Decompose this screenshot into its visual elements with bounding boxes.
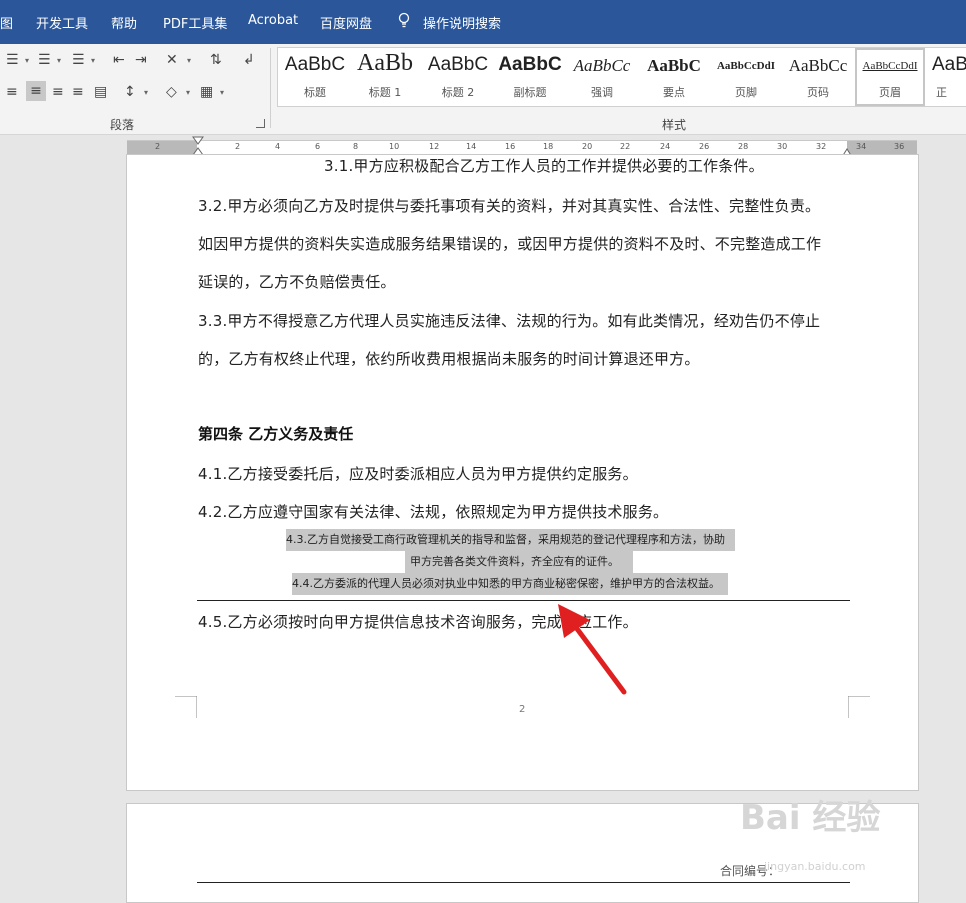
chevron-down-icon[interactable]: ▾ — [25, 56, 29, 65]
numbering-icon[interactable]: ☰ — [38, 52, 51, 68]
ruler-number: 12 — [429, 142, 440, 151]
paragraph-4-2: 4.2.乙方应遵守国家有关法律、法规，依照规定为甲方提供技术服务。 — [198, 503, 669, 521]
ruler-number: 22 — [620, 142, 631, 151]
paragraph-3-3: 3.3.甲方不得授意乙方代理人员实施违反法律、法规的行为。如有此类情况，经劝告仍… — [198, 312, 821, 330]
justify-icon[interactable]: ≡ — [72, 84, 84, 100]
sort-icon[interactable]: ⇅ — [210, 52, 222, 68]
bullets-icon[interactable]: ☰ — [6, 52, 19, 68]
styles-gallery: AaBbC 标题 AaBb 标题 1 AaBbC 标题 2 AaBbC 副标题 … — [277, 47, 966, 107]
style-strong[interactable]: AaBbC 要点 — [638, 48, 710, 106]
increase-indent-icon[interactable]: ⇥ — [135, 52, 147, 68]
paragraph-3-2: 3.2.甲方必须向乙方及时提供与委托事项有关的资料，并对其真实性、合法性、完整性… — [198, 197, 821, 215]
ruler-number: 8 — [353, 142, 359, 151]
ruler-number: 34 — [856, 142, 867, 151]
ruler-number: 26 — [699, 142, 710, 151]
chevron-down-icon[interactable]: ▾ — [186, 88, 190, 97]
shading-icon[interactable]: ◇ — [166, 84, 177, 100]
chevron-down-icon[interactable]: ▾ — [187, 56, 191, 65]
chevron-down-icon[interactable]: ▾ — [57, 56, 61, 65]
distributed-icon[interactable]: ▤ — [94, 84, 107, 100]
tell-me-search[interactable]: 操作说明搜索 — [423, 13, 501, 32]
margin-corner-mark — [175, 696, 197, 718]
ruler-number: 30 — [777, 142, 788, 151]
baidu-watermark-url: jingyan.baidu.com — [764, 860, 866, 873]
ruler-number: 2 — [155, 142, 161, 151]
menu-baidu-netdisk[interactable]: 百度网盘 — [320, 13, 372, 32]
chevron-down-icon[interactable]: ▾ — [144, 88, 148, 97]
header-border-line — [197, 600, 850, 601]
show-marks-icon[interactable]: ↲ — [243, 52, 255, 68]
selected-paragraph-4-3-line-2[interactable]: 甲方完善各类文件资料，齐全应有的证件。 — [405, 551, 633, 573]
borders-icon[interactable]: ▦ — [200, 84, 213, 100]
style-subtitle[interactable]: AaBbC 副标题 — [494, 48, 566, 106]
ruler-number: 16 — [505, 142, 516, 151]
menu-developer[interactable]: 开发工具 — [36, 13, 88, 32]
multilevel-list-icon[interactable]: ☰ — [72, 52, 85, 68]
chevron-down-icon[interactable]: ▾ — [91, 56, 95, 65]
menu-acrobat[interactable]: Acrobat — [248, 13, 298, 28]
group-separator — [270, 48, 271, 128]
ruler-number: 2 — [235, 142, 241, 151]
align-left-icon[interactable]: ≡ — [6, 84, 18, 100]
align-center-icon[interactable]: ≡ — [26, 81, 46, 101]
menu-bar: 图 开发工具 帮助 PDF工具集 Acrobat 百度网盘 操作说明搜索 — [0, 0, 966, 44]
ruler-number: 14 — [466, 142, 477, 151]
ruler-number: 4 — [275, 142, 281, 151]
page-2-header-line — [197, 882, 850, 883]
ruler-number: 6 — [315, 142, 321, 151]
style-footer[interactable]: AaBbCcDdI 页脚 — [710, 48, 782, 106]
paragraph-3-2-line-3: 延误的，乙方不负赔偿责任。 — [198, 273, 396, 291]
paragraph-3-1: 3.1.甲方应积极配合乙方工作人员的工作并提供必要的工作条件。 — [324, 157, 764, 173]
ribbon: ☰ ▾ ☰ ▾ ☰ ▾ ⇤ ⇥ ✕ ▾ ⇅ ↲ ≡ ≡ ≡ ≡ ▤ ↕ ▾ ◇ … — [0, 44, 966, 135]
paragraph-4-1: 4.1.乙方接受委托后，应及时委派相应人员为甲方提供约定服务。 — [198, 465, 638, 483]
menu-help[interactable]: 帮助 — [111, 13, 137, 32]
style-title[interactable]: AaBbC 标题 — [280, 48, 350, 106]
chinese-layout-icon[interactable]: ✕ — [166, 52, 178, 68]
ruler-left-margin — [127, 141, 197, 155]
style-emphasis[interactable]: AaBbCc 强调 — [566, 48, 638, 106]
ruler-number: 18 — [543, 142, 554, 151]
red-arrow-annotation — [558, 604, 627, 695]
ruler-number: 32 — [816, 142, 827, 151]
style-page-number[interactable]: AaBbCc 页码 — [782, 48, 854, 106]
selected-paragraph-4-4[interactable]: 4.4.乙方委派的代理人员必须对执业中知悉的甲方商业秘密保密，维护甲方的合法权益… — [292, 573, 728, 595]
ruler-number: 28 — [738, 142, 749, 151]
align-right-icon[interactable]: ≡ — [52, 84, 64, 100]
decrease-indent-icon[interactable]: ⇤ — [113, 52, 125, 68]
ruler-number: 36 — [894, 142, 905, 151]
chevron-down-icon[interactable]: ▾ — [220, 88, 224, 97]
ruler-number: 20 — [582, 142, 593, 151]
style-heading-2[interactable]: AaBbC 标题 2 — [422, 48, 494, 106]
style-heading-1[interactable]: AaBb 标题 1 — [350, 48, 420, 106]
menu-pdf-tools[interactable]: PDF工具集 — [163, 13, 227, 32]
line-spacing-icon[interactable]: ↕ — [124, 84, 136, 100]
baidu-watermark: Bai 经验 — [740, 798, 881, 838]
article-4-heading: 第四条 乙方义务及责任 — [198, 425, 354, 443]
menu-view[interactable]: 图 — [0, 13, 13, 32]
clipped-line-area: 3.1.甲方应积极配合乙方工作人员的工作并提供必要的工作条件。 — [126, 155, 919, 173]
ruler-number: 24 — [660, 142, 671, 151]
lightbulb-icon — [398, 12, 410, 28]
selected-paragraph-4-3[interactable]: 4.3.乙方自觉接受工商行政管理机关的指导和监督，采用规范的登记代理程序和方法，… — [286, 529, 735, 551]
margin-corner-mark — [848, 696, 870, 718]
style-normal[interactable]: AaB 正 — [928, 48, 966, 106]
style-header[interactable]: AaBbCcDdI 页眉 — [855, 48, 925, 106]
styles-group-label: 样式 — [662, 118, 687, 132]
ruler-number: 10 — [389, 142, 400, 151]
paragraph-group-label: 段落 — [110, 118, 135, 132]
paragraph-3-3-line-2: 的，乙方有权终止代理，依约所收费用根据尚未服务的时间计算退还甲方。 — [198, 350, 700, 368]
page-number: 2 — [519, 704, 526, 715]
dialog-launcher-icon[interactable] — [256, 119, 265, 128]
paragraph-3-2-line-2: 如因甲方提供的资料失实造成服务结果错误的，或因甲方提供的资料不及时、不完整造成工… — [198, 235, 822, 253]
